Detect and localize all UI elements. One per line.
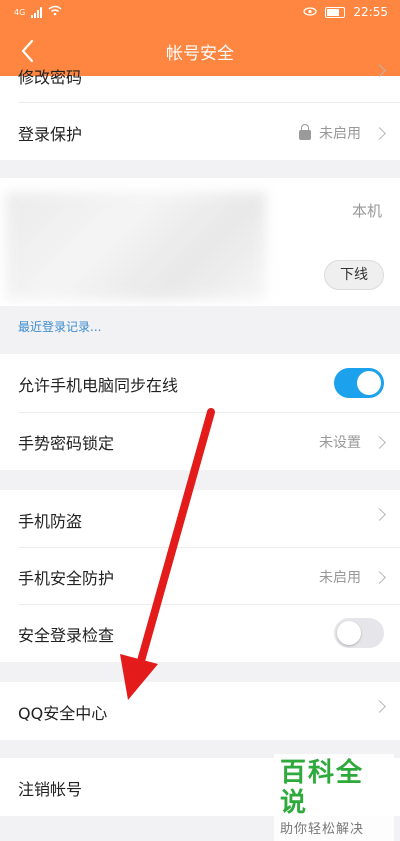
watermark-title: 百科全说 (280, 758, 365, 818)
red-arrow-annotation (120, 408, 215, 700)
watermark-logo: 百科全说 助你轻松解决 (274, 754, 394, 841)
watermark-subtitle: 助你轻松解决 (280, 822, 365, 837)
